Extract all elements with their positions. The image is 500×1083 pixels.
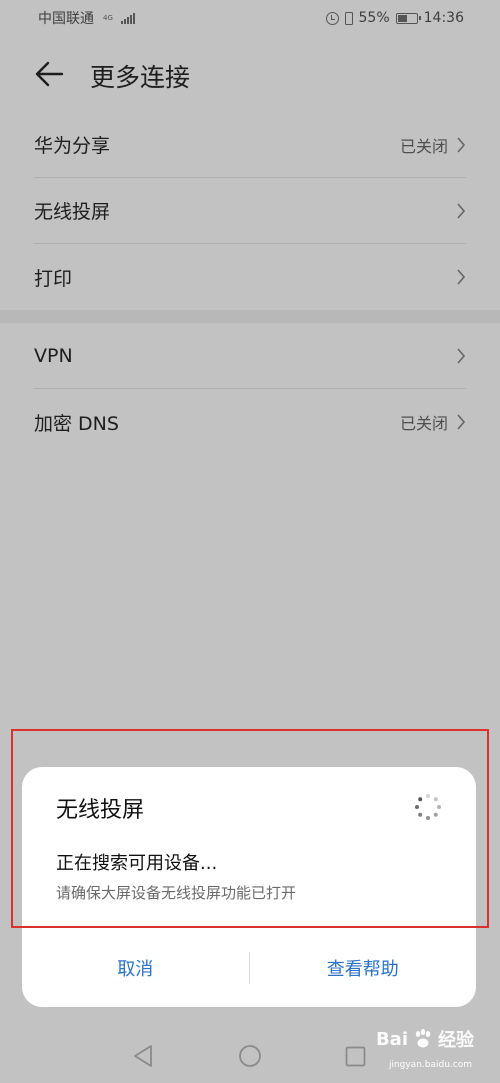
- battery-icon: [395, 12, 421, 24]
- status-bar: 中国联通 4G 55% 14:36: [0, 0, 500, 36]
- chevron-right-icon: [457, 414, 466, 430]
- network-type: 4G: [103, 13, 113, 22]
- nav-home-icon[interactable]: [238, 1044, 262, 1068]
- settings-row-print[interactable]: 打印: [34, 244, 466, 310]
- row-label: 打印: [34, 267, 73, 290]
- row-label: 无线投屏: [34, 201, 111, 223]
- signal-icon: [120, 12, 135, 24]
- baidu-watermark: Bai 经验: [376, 1026, 474, 1052]
- nav-back-icon[interactable]: [132, 1044, 154, 1068]
- status-right: 55% 14:36: [325, 10, 464, 26]
- status-left: 中国联通 4G: [38, 8, 135, 28]
- nav-recent-apps-icon[interactable]: [345, 1046, 366, 1067]
- cancel-button[interactable]: 取消: [22, 943, 249, 993]
- dialog-actions: 取消 查看帮助: [22, 943, 476, 993]
- watermark-url: jingyan.baidu.com: [388, 1060, 472, 1070]
- row-label: VPN: [34, 344, 73, 367]
- row-right: [456, 347, 466, 364]
- settings-row-encrypted-dns[interactable]: 加密 DNS 已关闭: [34, 389, 466, 455]
- watermark-text: Bai: [375, 1028, 408, 1050]
- settings-group-connectivity: 华为分享 已关闭 无线投屏 打印: [0, 112, 500, 310]
- settings-row-wireless-projection[interactable]: 无线投屏: [34, 178, 466, 244]
- row-right: 已关闭: [400, 133, 466, 157]
- section-divider: [0, 310, 500, 323]
- row-right: 已关闭: [400, 410, 466, 434]
- chevron-right-icon: [457, 202, 466, 219]
- back-arrow-icon[interactable]: [34, 60, 64, 88]
- alarm-icon: [325, 11, 339, 25]
- settings-group-network: VPN 加密 DNS 已关闭: [0, 323, 500, 455]
- view-help-button[interactable]: 查看帮助: [250, 943, 477, 993]
- row-label: 华为分享: [34, 135, 111, 157]
- carrier-name: 中国联通: [38, 11, 94, 27]
- row-label: 加密 DNS: [34, 412, 119, 435]
- row-right: [456, 269, 466, 285]
- row-value: 已关闭: [399, 136, 448, 156]
- paw-icon: [415, 1029, 431, 1048]
- chevron-right-icon: [457, 269, 466, 285]
- highlight-annotation: [11, 729, 489, 928]
- page-title: 更多连接: [90, 63, 191, 92]
- app-header: 更多连接: [0, 50, 500, 98]
- row-value: 已关闭: [399, 414, 448, 433]
- watermark-suffix: 经验: [438, 1030, 474, 1051]
- settings-row-huawei-share[interactable]: 华为分享 已关闭: [34, 112, 466, 178]
- chevron-right-icon: [457, 347, 466, 364]
- chevron-right-icon: [457, 136, 466, 153]
- row-right: [456, 202, 466, 219]
- clock: 14:36: [423, 10, 464, 26]
- vibrate-icon: [344, 11, 353, 25]
- settings-row-vpn[interactable]: VPN: [34, 323, 466, 389]
- battery-percent: 55%: [358, 10, 390, 26]
